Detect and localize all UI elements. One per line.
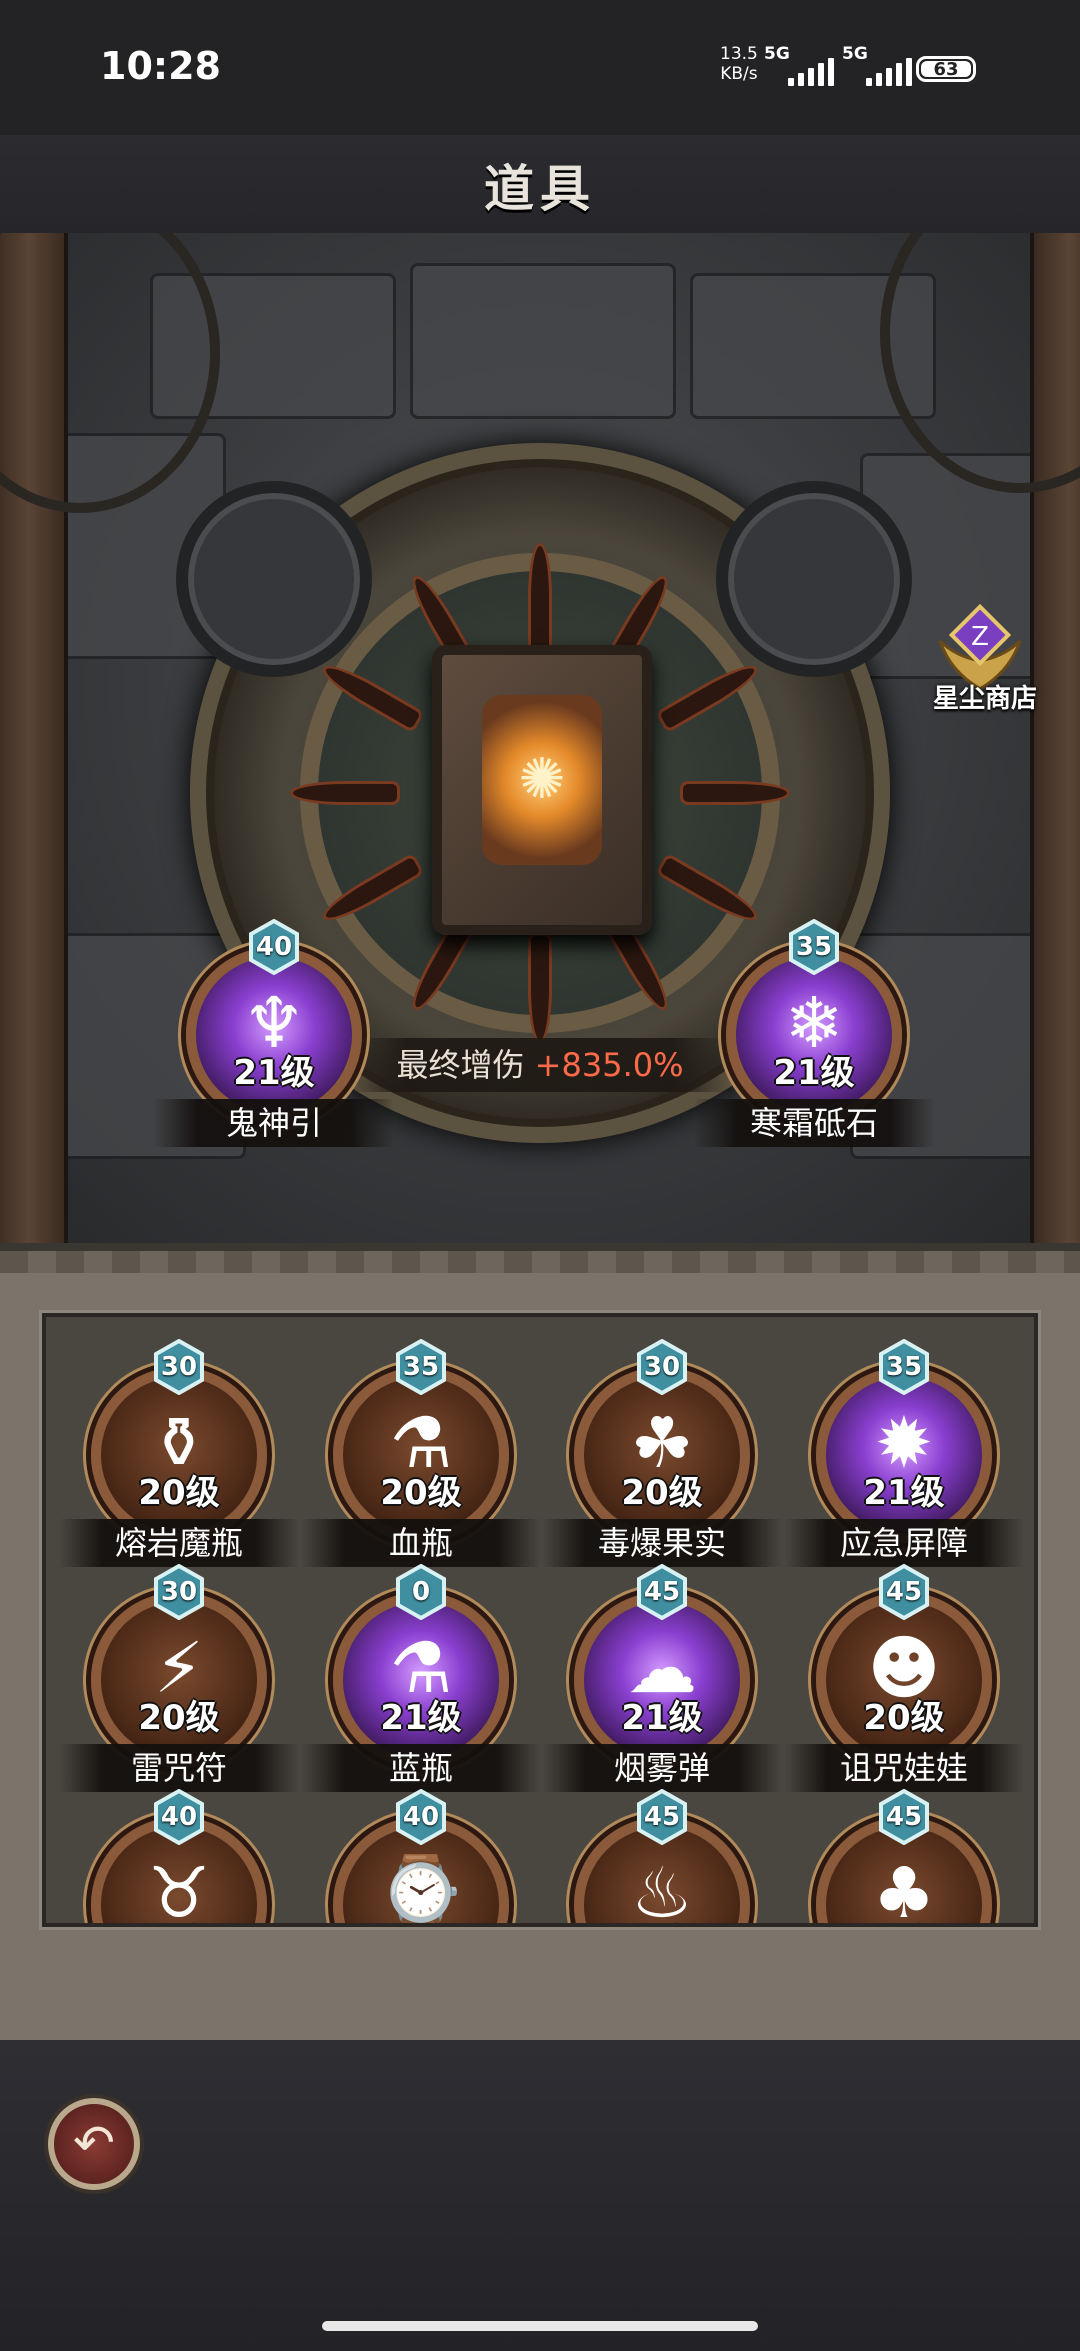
footer-bar — [0, 2040, 1080, 2351]
badge-value: 40 — [255, 932, 293, 962]
damage-label: 最终增伤 — [396, 1046, 525, 1084]
cost-badge: 45 — [634, 1564, 690, 1620]
cost-badge: 35 — [393, 1339, 449, 1395]
badge-value: 35 — [885, 1352, 923, 1382]
badge-value: 35 — [402, 1352, 440, 1382]
badge-value: 45 — [643, 1577, 681, 1607]
cost-badge: 40 — [246, 919, 302, 975]
item-level: 21级 — [621, 1698, 703, 1738]
item-level: 20级 — [138, 1698, 220, 1738]
item-name: 诅咒娃娃 — [784, 1744, 1024, 1792]
badge-value: 30 — [160, 1577, 198, 1607]
back-arrow-icon: ↶ — [73, 2114, 115, 2172]
cost-badge: 40 — [151, 1789, 207, 1845]
network-type-label: 5G — [842, 44, 868, 64]
item-level: 21级 — [233, 1053, 315, 1093]
item-level: 20级 — [380, 1473, 462, 1513]
item-level: 20级 — [333, 1915, 509, 1923]
item-name: 雷咒符 — [59, 1744, 299, 1792]
item-level: 21级 — [773, 1053, 855, 1093]
item-name: 血瓶 — [301, 1519, 541, 1567]
network-speed: 13.5 KB/s — [720, 44, 758, 84]
cost-badge: 35 — [876, 1339, 932, 1395]
item-name: 熔岩魔瓶 — [59, 1519, 299, 1567]
item-name: 应急屏障 — [784, 1519, 1024, 1567]
battery-icon: 63 — [916, 56, 976, 82]
badge-value: 40 — [402, 1802, 440, 1832]
cost-badge: 45 — [876, 1789, 932, 1845]
item-name: 寒霜砥石 — [694, 1099, 934, 1147]
inventory-panel: ⚱ 30 20级 熔岩魔瓶 ⚗ 35 20级 血瓶 ☘ 30 20级 毒爆果实 ✹ 35 21级 应急屏障 ⚡ 3… — [0, 1243, 1080, 2048]
net-speed-value: 13.5 — [720, 44, 758, 64]
item-level: 20级 — [621, 1473, 703, 1513]
signal-bars-icon — [788, 58, 840, 86]
damage-value: +835.0% — [534, 1046, 684, 1084]
cost-badge: 30 — [634, 1339, 690, 1395]
svg-text:Z: Z — [971, 622, 989, 652]
home-indicator[interactable] — [322, 2321, 758, 2331]
cost-badge: 35 — [786, 919, 842, 975]
item-name: 毒爆果实 — [542, 1519, 782, 1567]
signal-bars-icon — [866, 58, 918, 86]
item-level: 20级 — [863, 1698, 945, 1738]
cost-badge: 45 — [876, 1564, 932, 1620]
panel-trim — [0, 1251, 1080, 1273]
title-bar: 道具 — [0, 135, 1080, 237]
battery-level: 63 — [921, 61, 971, 79]
empty-slot-left[interactable] — [176, 481, 372, 677]
stardust-shop-label[interactable]: 星尘商店 — [915, 678, 1055, 715]
item-name: 蓝瓶 — [301, 1744, 541, 1792]
item-level: 20级 — [574, 1915, 750, 1923]
wall-brick — [410, 263, 676, 419]
cost-badge: 0 — [393, 1564, 449, 1620]
cost-badge: 40 — [393, 1789, 449, 1845]
item-level: 21级 — [863, 1473, 945, 1513]
final-damage-bonus: 最终增伤 +835.0% — [350, 1038, 730, 1092]
badge-value: 45 — [885, 1577, 923, 1607]
item-level: 20级 — [816, 1915, 992, 1923]
spellbook-icon[interactable]: ✺ — [432, 645, 652, 935]
rune-glyph-icon: ✺ — [518, 747, 566, 812]
back-button[interactable]: ↶ — [48, 2098, 140, 2190]
item-level: 21级 — [380, 1698, 462, 1738]
item-name: 鬼神引 — [154, 1099, 394, 1147]
badge-value: 45 — [643, 1802, 681, 1832]
clock: 10:28 — [100, 44, 221, 88]
equipment-scene: ✺ 最终增伤 +835.0% Z 星尘商店 ♆ 40 21级 鬼神引 ❄ 35 21级 寒霜砥… — [0, 233, 1080, 1243]
badge-value: 0 — [411, 1577, 431, 1607]
status-bar: 10:28 13.5 KB/s 5G 5G 63 — [0, 0, 1080, 135]
page-title: 道具 — [484, 160, 596, 218]
cost-badge: 30 — [151, 1564, 207, 1620]
badge-value: 45 — [885, 1802, 923, 1832]
item-name: 烟雾弹 — [542, 1744, 782, 1792]
empty-slot-right[interactable] — [716, 481, 912, 677]
net-speed-unit: KB/s — [720, 64, 758, 84]
badge-value: 35 — [795, 932, 833, 962]
badge-value: 40 — [160, 1802, 198, 1832]
cost-badge: 30 — [151, 1339, 207, 1395]
item-grid[interactable]: ⚱ 30 20级 熔岩魔瓶 ⚗ 35 20级 血瓶 ☘ 30 20级 毒爆果实 ✹ 35 21级 应急屏障 ⚡ 3… — [42, 1313, 1038, 1927]
badge-value: 30 — [160, 1352, 198, 1382]
cost-badge: 45 — [634, 1789, 690, 1845]
network-type-label: 5G — [764, 44, 790, 64]
badge-value: 30 — [643, 1352, 681, 1382]
item-level: 20级 — [138, 1473, 220, 1513]
item-level: 20级 — [91, 1915, 267, 1923]
